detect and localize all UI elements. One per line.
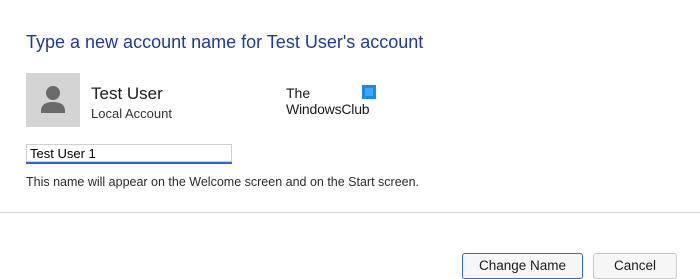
person-icon [41,86,65,113]
watermark: The WindowsClub [286,85,386,121]
change-name-button[interactable]: Change Name [462,253,583,279]
dialog-heading: Type a new account name for Test User's … [26,32,424,52]
account-name-input[interactable] [26,144,232,164]
watermark-line2: WindowsClub [286,101,370,117]
account-name: Test User [91,84,163,103]
avatar [26,73,80,127]
account-type: Local Account [91,106,172,121]
windowsclub-logo-icon [362,85,376,99]
cancel-button[interactable]: Cancel [593,253,677,279]
divider [0,212,700,213]
name-hint: This name will appear on the Welcome scr… [26,175,420,189]
watermark-line1: The [286,85,311,101]
